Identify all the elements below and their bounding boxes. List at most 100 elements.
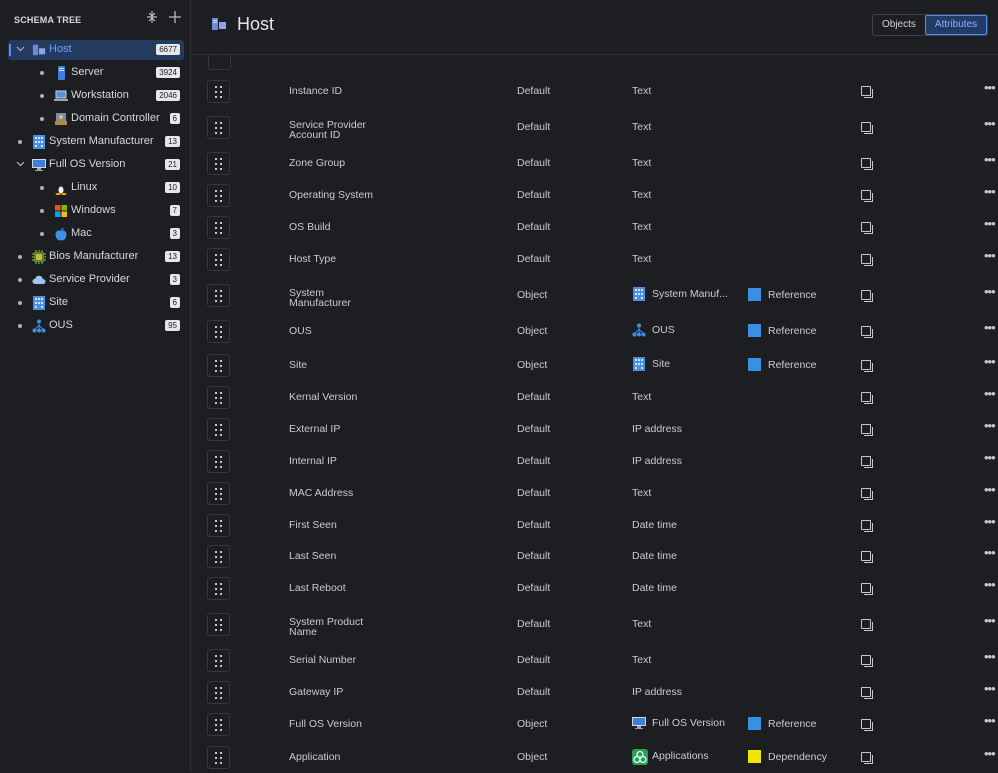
copy-icon[interactable] (861, 158, 873, 170)
drag-handle-icon[interactable] (207, 746, 230, 769)
drag-handle-icon[interactable] (207, 613, 230, 636)
drag-handle-icon[interactable] (207, 248, 230, 271)
sidebar-item-server[interactable]: Server3924 (8, 63, 184, 83)
more-horizontal-icon[interactable]: ••• (984, 577, 995, 592)
drag-handle-icon[interactable] (207, 320, 230, 343)
sidebar-item-system-manufacturer[interactable]: System Manufacturer13 (8, 132, 184, 152)
more-horizontal-icon[interactable]: ••• (984, 354, 995, 369)
main-panel: Host Objects Attributes Instance IDDefau… (191, 0, 998, 771)
sidebar-item-site[interactable]: Site6 (8, 293, 184, 313)
drag-handle-icon[interactable] (207, 482, 230, 505)
linux-icon (54, 181, 68, 195)
more-horizontal-icon[interactable]: ••• (984, 713, 995, 728)
sidebar-item-service-provider[interactable]: Service Provider3 (8, 270, 184, 290)
copy-icon[interactable] (861, 456, 873, 468)
more-horizontal-icon[interactable]: ••• (984, 116, 995, 131)
drag-handle-icon[interactable] (207, 386, 230, 409)
copy-icon[interactable] (861, 392, 873, 404)
copy-icon[interactable] (861, 655, 873, 667)
more-horizontal-icon[interactable]: ••• (984, 681, 995, 696)
more-horizontal-icon[interactable]: ••• (984, 545, 995, 560)
chevron-down-icon[interactable] (15, 159, 25, 169)
copy-icon[interactable] (861, 424, 873, 436)
more-horizontal-icon[interactable]: ••• (984, 746, 995, 761)
more-horizontal-icon[interactable]: ••• (984, 418, 995, 433)
sidebar-item-ous[interactable]: OUS95 (8, 316, 184, 336)
drag-handle-icon[interactable] (207, 450, 230, 473)
view-toggle: Objects Attributes (872, 14, 988, 36)
more-horizontal-icon[interactable]: ••• (984, 320, 995, 335)
sidebar-item-workstation[interactable]: Workstation2046 (8, 86, 184, 106)
copy-icon[interactable] (861, 326, 873, 338)
sidebar-item-label: OUS (49, 319, 73, 331)
count-badge: 3 (170, 228, 180, 239)
attribute-type-label: Text (632, 618, 651, 630)
tab-attributes[interactable]: Attributes (925, 15, 987, 35)
drag-handle-icon[interactable] (207, 514, 230, 537)
drag-handle-icon[interactable] (207, 80, 230, 103)
more-horizontal-icon[interactable]: ••• (984, 80, 995, 95)
copy-icon[interactable] (861, 190, 873, 202)
more-horizontal-icon[interactable]: ••• (984, 450, 995, 465)
attribute-type-label: Date time (632, 519, 677, 531)
bullet-icon (40, 94, 44, 98)
attribute-type-label: Text (632, 654, 651, 666)
drag-handle-icon[interactable] (207, 354, 230, 377)
drag-handle-icon[interactable] (207, 184, 230, 207)
tab-objects[interactable]: Objects (873, 15, 925, 35)
more-horizontal-icon[interactable]: ••• (984, 184, 995, 199)
sidebar-item-bios-manufacturer[interactable]: Bios Manufacturer13 (8, 247, 184, 267)
copy-icon[interactable] (861, 290, 873, 302)
sidebar-item-linux[interactable]: Linux10 (8, 178, 184, 198)
drag-handle-icon[interactable] (207, 418, 230, 441)
plus-icon[interactable] (166, 10, 184, 28)
copy-icon[interactable] (861, 254, 873, 266)
more-horizontal-icon[interactable]: ••• (984, 216, 995, 231)
attribute-name: System ProductName (289, 617, 363, 637)
drag-handle-icon[interactable] (207, 577, 230, 600)
sidebar-item-label: Linux (71, 181, 97, 193)
drag-handle-partial[interactable] (208, 55, 231, 70)
more-horizontal-icon[interactable]: ••• (984, 284, 995, 299)
copy-icon[interactable] (861, 551, 873, 563)
sidebar-item-mac[interactable]: Mac3 (8, 224, 184, 244)
copy-icon[interactable] (861, 619, 873, 631)
drag-handle-icon[interactable] (207, 713, 230, 736)
more-horizontal-icon[interactable]: ••• (984, 613, 995, 628)
copy-icon[interactable] (861, 719, 873, 731)
drag-handle-icon[interactable] (207, 116, 230, 139)
copy-icon[interactable] (861, 488, 873, 500)
sidebar-item-domain-controller[interactable]: Domain Controller6 (8, 109, 184, 129)
more-horizontal-icon[interactable]: ••• (984, 152, 995, 167)
drag-handle-icon[interactable] (207, 649, 230, 672)
drag-handle-icon[interactable] (207, 284, 230, 307)
attribute-kind: Default (517, 550, 550, 562)
drag-handle-icon[interactable] (207, 216, 230, 239)
drag-handle-icon[interactable] (207, 545, 230, 568)
attribute-name: SystemManufacturer (289, 288, 351, 308)
copy-icon[interactable] (861, 583, 873, 595)
more-horizontal-icon[interactable]: ••• (984, 649, 995, 664)
copy-icon[interactable] (861, 86, 873, 98)
copy-icon[interactable] (861, 122, 873, 134)
copy-icon[interactable] (861, 222, 873, 234)
sidebar-item-host[interactable]: Host6677 (8, 40, 184, 60)
copy-icon[interactable] (861, 360, 873, 372)
collapse-all-icon[interactable] (143, 10, 161, 28)
more-horizontal-icon[interactable]: ••• (984, 386, 995, 401)
sidebar-item-windows[interactable]: Windows7 (8, 201, 184, 221)
server-icon (54, 66, 68, 80)
more-horizontal-icon[interactable]: ••• (984, 514, 995, 529)
drag-handle-icon[interactable] (207, 681, 230, 704)
attribute-type: Site (632, 357, 670, 371)
copy-icon[interactable] (861, 687, 873, 699)
attribute-name: Kernal Version (289, 392, 357, 402)
sidebar-item-full-os-version[interactable]: Full OS Version21 (8, 155, 184, 175)
attribute-kind: Default (517, 157, 550, 169)
copy-icon[interactable] (861, 752, 873, 764)
drag-handle-icon[interactable] (207, 152, 230, 175)
more-horizontal-icon[interactable]: ••• (984, 482, 995, 497)
more-horizontal-icon[interactable]: ••• (984, 248, 995, 263)
chevron-down-icon[interactable] (15, 44, 25, 54)
copy-icon[interactable] (861, 520, 873, 532)
